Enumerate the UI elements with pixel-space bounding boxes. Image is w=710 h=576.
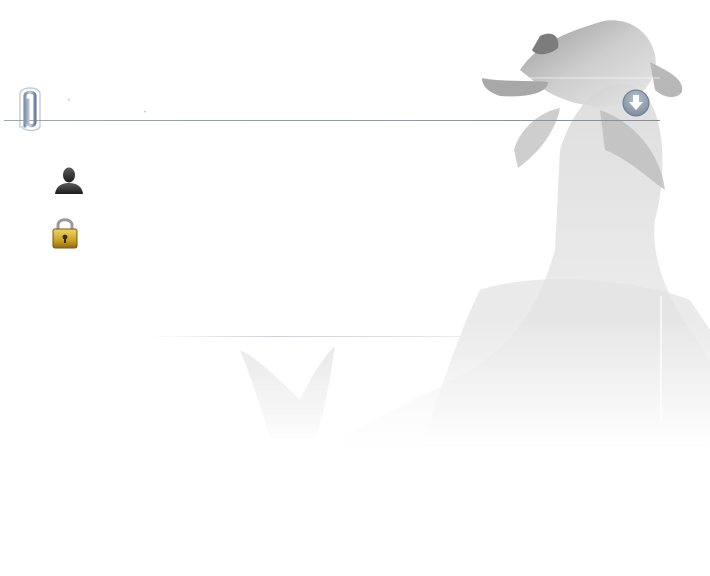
header-divider [4,120,660,121]
padlock-icon [52,218,78,249]
login-screen: • • [0,0,710,576]
username-input[interactable] [96,170,320,194]
decorative-dot: • [68,98,71,104]
paperclip-icon [19,87,41,132]
password-input[interactable] [96,222,320,246]
download-button[interactable] [622,89,650,117]
user-silhouette-icon [55,167,83,194]
statue-background-image [0,0,710,576]
decorative-dot: • [144,110,147,116]
footer-divider [150,336,460,337]
